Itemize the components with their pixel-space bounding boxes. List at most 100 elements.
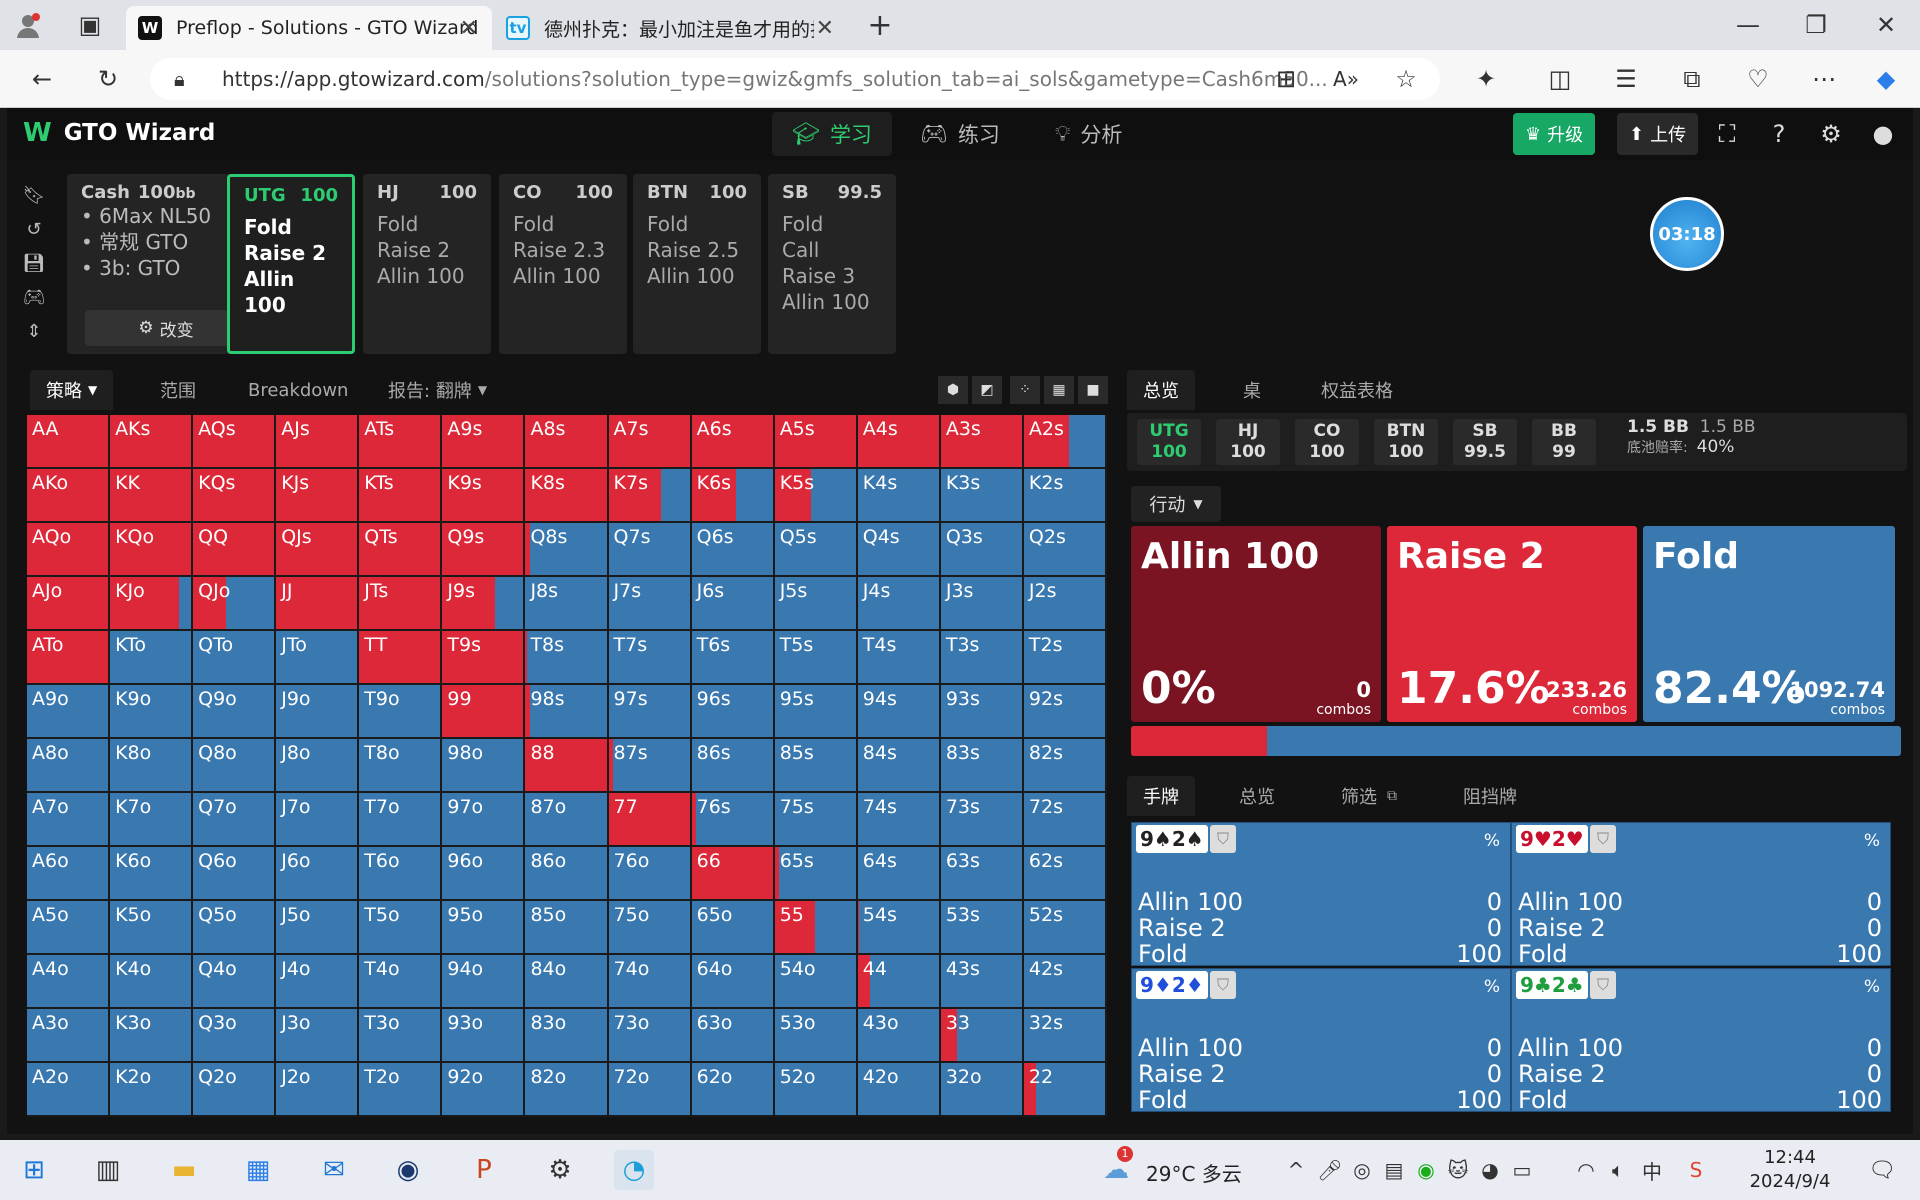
action-box-raise[interactable]: Raise 2 17.6% 233.26 combos [1387, 526, 1637, 722]
hand-cell[interactable]: 97s [608, 685, 692, 739]
hand-cell[interactable]: 62s [1023, 847, 1107, 901]
position-action[interactable]: Allin 100 [244, 266, 338, 318]
hand-cell[interactable]: 43s [940, 955, 1024, 1009]
hand-cell[interactable]: T3s [940, 631, 1024, 685]
hand-cell[interactable]: A6o [27, 847, 111, 901]
position-action[interactable]: Allin 100 [647, 263, 747, 289]
position-chip-hj[interactable]: HJ 100 [1216, 419, 1280, 465]
hand-cell[interactable]: 85s [774, 739, 858, 793]
refresh-icon[interactable]: ↻ [88, 59, 128, 99]
hand-cell[interactable]: K8o [110, 739, 194, 793]
position-chip-bb[interactable]: BB 99 [1532, 419, 1596, 465]
hand-cell[interactable]: 86o [525, 847, 609, 901]
position-chip-co[interactable]: CO 100 [1295, 419, 1359, 465]
hand-cell[interactable]: K9s [442, 469, 526, 523]
profile-icon[interactable] [8, 5, 48, 45]
hand-cell[interactable]: 32o [940, 1063, 1024, 1117]
position-action[interactable]: Fold [377, 211, 477, 237]
hand-cell[interactable]: 83s [940, 739, 1024, 793]
copilot-icon[interactable]: ◆ [1866, 59, 1906, 99]
read-aloud-icon[interactable]: A» [1326, 59, 1366, 99]
hand-cell[interactable]: 53o [774, 1009, 858, 1063]
action-dropdown[interactable]: 行动 ▼ [1131, 486, 1221, 522]
hand-cell[interactable]: QTo [193, 631, 277, 685]
hand-cell[interactable]: KTo [110, 631, 194, 685]
powerpoint-icon[interactable]: P [464, 1150, 504, 1190]
hand-cell[interactable]: K3s [940, 469, 1024, 523]
hand-cell[interactable]: AJo [27, 577, 111, 631]
hand-cell[interactable]: 85o [525, 901, 609, 955]
tab-overview[interactable]: 总览 [1127, 370, 1195, 410]
hand-cell[interactable]: KQo [110, 523, 194, 577]
task-view-icon[interactable]: ▥ [88, 1150, 128, 1190]
hand-cell[interactable]: 53s [940, 901, 1024, 955]
hand-cell[interactable]: KJs [276, 469, 360, 523]
upload-button[interactable]: ⬆ 上传 [1617, 113, 1699, 155]
account-icon[interactable]: ● [1865, 116, 1901, 152]
close-tab-icon[interactable]: ✕ [816, 16, 834, 41]
hand-cell[interactable]: Q4o [193, 955, 277, 1009]
hand-cell[interactable]: J3s [940, 577, 1024, 631]
restore-icon[interactable]: ❐ [1796, 5, 1836, 45]
change-button[interactable]: ⚙ 改变 [85, 310, 247, 346]
hand-cell[interactable]: AQs [193, 415, 277, 469]
position-card-utg[interactable]: UTG 100 Fold Raise 2 Allin 100 [227, 174, 355, 354]
hand-cell[interactable]: KK [110, 469, 194, 523]
hand-combo-card[interactable]: 9♥2♥ ⛉% Allin 100 0 Raise 2 0 Fold 100 [1511, 822, 1891, 967]
hand-cell[interactable]: AKs [110, 415, 194, 469]
hand-cell[interactable]: Q7o [193, 793, 277, 847]
tab-report[interactable]: 报告: 翻牌 ▼ [372, 370, 503, 410]
hand-cell[interactable]: 43o [857, 1009, 941, 1063]
hand-cell[interactable]: T7o [359, 793, 443, 847]
hand-cell[interactable]: 74o [608, 955, 692, 1009]
hand-cell[interactable]: KJo [110, 577, 194, 631]
hand-cell[interactable]: 77 [608, 793, 692, 847]
settings-gear-icon[interactable]: ⚙ [1813, 116, 1849, 152]
hand-cell[interactable]: K5s [774, 469, 858, 523]
hand-cell[interactable]: 22 [1023, 1063, 1107, 1117]
hand-cell[interactable]: A7o [27, 793, 111, 847]
hand-cell[interactable]: 42o [857, 1063, 941, 1117]
hand-cell[interactable]: 75s [774, 793, 858, 847]
hand-cell[interactable]: 96o [442, 847, 526, 901]
hand-cell[interactable]: TT [359, 631, 443, 685]
hand-cell[interactable]: KQs [193, 469, 277, 523]
hand-cell[interactable]: K2o [110, 1063, 194, 1117]
hand-cell[interactable]: 52o [774, 1063, 858, 1117]
tab-table[interactable]: 桌 [1227, 370, 1277, 410]
hand-cell[interactable]: J8s [525, 577, 609, 631]
shield-icon[interactable]: ⛉ [1590, 825, 1616, 853]
hand-cell[interactable]: A5o [27, 901, 111, 955]
hand-cell[interactable]: 62o [691, 1063, 775, 1117]
clock[interactable]: 12:44 2024/9/4 [1740, 1146, 1840, 1194]
hand-cell[interactable]: Q7s [608, 523, 692, 577]
hand-cell[interactable]: A2s [1023, 415, 1107, 469]
hand-cell[interactable]: A4o [27, 955, 111, 1009]
hand-cell[interactable]: AQo [27, 523, 111, 577]
hand-cell[interactable]: J2s [1023, 577, 1107, 631]
hand-cell[interactable]: 65o [691, 901, 775, 955]
hand-combo-card[interactable]: 9♣2♣ ⛉% Allin 100 0 Raise 2 0 Fold 100 [1511, 968, 1891, 1113]
hand-cell[interactable]: Q6o [193, 847, 277, 901]
hand-cell[interactable]: KTs [359, 469, 443, 523]
hand-cell[interactable]: 65s [774, 847, 858, 901]
hand-cell[interactable]: 75o [608, 901, 692, 955]
hand-cell[interactable]: J8o [276, 739, 360, 793]
hand-cell[interactable]: T8o [359, 739, 443, 793]
hand-cell[interactable]: 44 [857, 955, 941, 1009]
hand-cell[interactable]: A3s [940, 415, 1024, 469]
hand-cell[interactable]: A8s [525, 415, 609, 469]
hand-cell[interactable]: 98o [442, 739, 526, 793]
hand-combo-card[interactable]: 9♦2♦ ⛉% Allin 100 0 Raise 2 0 Fold 100 [1131, 968, 1511, 1113]
hand-cell[interactable]: Q2s [1023, 523, 1107, 577]
hand-cell[interactable]: Q2o [193, 1063, 277, 1117]
position-card-sb[interactable]: SB 99.5 Fold Call Raise 3 Allin 100 [768, 174, 896, 354]
hand-cell[interactable]: QTs [359, 523, 443, 577]
tab-bilibili[interactable]: tv 德州扑克：最小加注是鱼才用的打 ✕ [494, 6, 848, 50]
hand-cell[interactable]: A2o [27, 1063, 111, 1117]
hand-cell[interactable]: T5o [359, 901, 443, 955]
view-full-icon[interactable]: ■ [1078, 376, 1108, 404]
screenshot-icon[interactable]: ⛶ [1709, 116, 1745, 152]
hand-cell[interactable]: Q9s [442, 523, 526, 577]
hand-cell[interactable]: J9s [442, 577, 526, 631]
